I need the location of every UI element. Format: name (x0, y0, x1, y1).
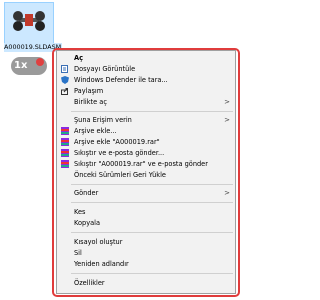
menu-item-give-access[interactable]: Şuna Erişim verin > (57, 115, 235, 125)
menu-item-delete[interactable]: Sil (57, 248, 235, 258)
share-icon (61, 87, 69, 95)
menu-item-compress-rar-email[interactable]: Sıkıştır "A000019.rar" ve e-posta gönder (57, 159, 235, 169)
menu-item-label: Dosyayı Görüntüle (74, 65, 136, 73)
menu-item-open-with[interactable]: Birlikte aç > (57, 97, 235, 107)
menu-item-label: Gönder (74, 189, 99, 197)
menu-item-label: Windows Defender ile tara... (74, 76, 168, 84)
context-menu: Aç Dosyayı Görüntüle Windows Defender il… (56, 50, 236, 294)
defender-shield-icon (61, 76, 69, 84)
menu-item-label: Kes (74, 208, 86, 216)
menu-item-label: Sıkıştır "A000019.rar" ve e-posta gönder (74, 160, 208, 168)
menu-item-add-archive[interactable]: Arşive ekle... (57, 126, 235, 136)
menu-item-properties[interactable]: Özellikler (57, 278, 235, 288)
winrar-icon (61, 138, 69, 146)
menu-separator (71, 202, 233, 203)
assembly-icon (13, 11, 45, 31)
menu-item-label: Önceki Sürümleri Geri Yükle (74, 171, 166, 179)
menu-item-label: Şuna Erişim verin (74, 116, 132, 124)
menu-item-label: Arşive ekle "A000019.rar" (74, 138, 160, 146)
menu-item-label: Paylaşım (74, 87, 104, 95)
view-file-icon (61, 65, 69, 73)
menu-item-label: Arşive ekle... (74, 127, 117, 135)
menu-separator (71, 232, 233, 233)
menu-item-label: Kısayol oluştur (74, 238, 123, 246)
menu-item-open[interactable]: Aç (57, 53, 235, 63)
menu-item-rename[interactable]: Yeniden adlandır (57, 259, 235, 269)
menu-item-create-shortcut[interactable]: Kısayol oluştur (57, 237, 235, 247)
winrar-icon (61, 149, 69, 157)
menu-separator (71, 111, 233, 112)
menu-separator (71, 184, 233, 185)
menu-item-label: Özellikler (74, 279, 105, 287)
menu-item-restore-versions[interactable]: Önceki Sürümleri Geri Yükle (57, 170, 235, 180)
chevron-right-icon: > (224, 116, 230, 124)
chevron-right-icon: > (224, 189, 230, 197)
menu-item-label: Birlikte aç (74, 98, 107, 106)
menu-item-label: Sıkıştır ve e-posta gönder... (74, 149, 165, 157)
drag-count-text: 1x (14, 60, 28, 71)
menu-separator (71, 273, 233, 274)
menu-item-view-file[interactable]: Dosyayı Görüntüle (57, 64, 235, 74)
menu-item-label: Aç (74, 54, 84, 62)
menu-item-label: Yeniden adlandır (74, 260, 129, 268)
menu-item-compress-email[interactable]: Sıkıştır ve e-posta gönder... (57, 148, 235, 158)
menu-item-copy[interactable]: Kopyala (57, 218, 235, 228)
menu-item-send-to[interactable]: Gönder > (57, 188, 235, 198)
menu-item-add-to-rar[interactable]: Arşive ekle "A000019.rar" (57, 137, 235, 147)
chevron-right-icon: > (224, 98, 230, 106)
winrar-icon (61, 127, 69, 135)
menu-item-cut[interactable]: Kes (57, 207, 235, 217)
menu-item-label: Kopyala (74, 219, 101, 227)
menu-item-share[interactable]: Paylaşım (57, 86, 235, 96)
drag-count-badge: 1x (10, 52, 48, 79)
menu-item-label: Sil (74, 249, 82, 257)
menu-item-defender-scan[interactable]: Windows Defender ile tara... (57, 75, 235, 85)
winrar-icon (61, 160, 69, 168)
